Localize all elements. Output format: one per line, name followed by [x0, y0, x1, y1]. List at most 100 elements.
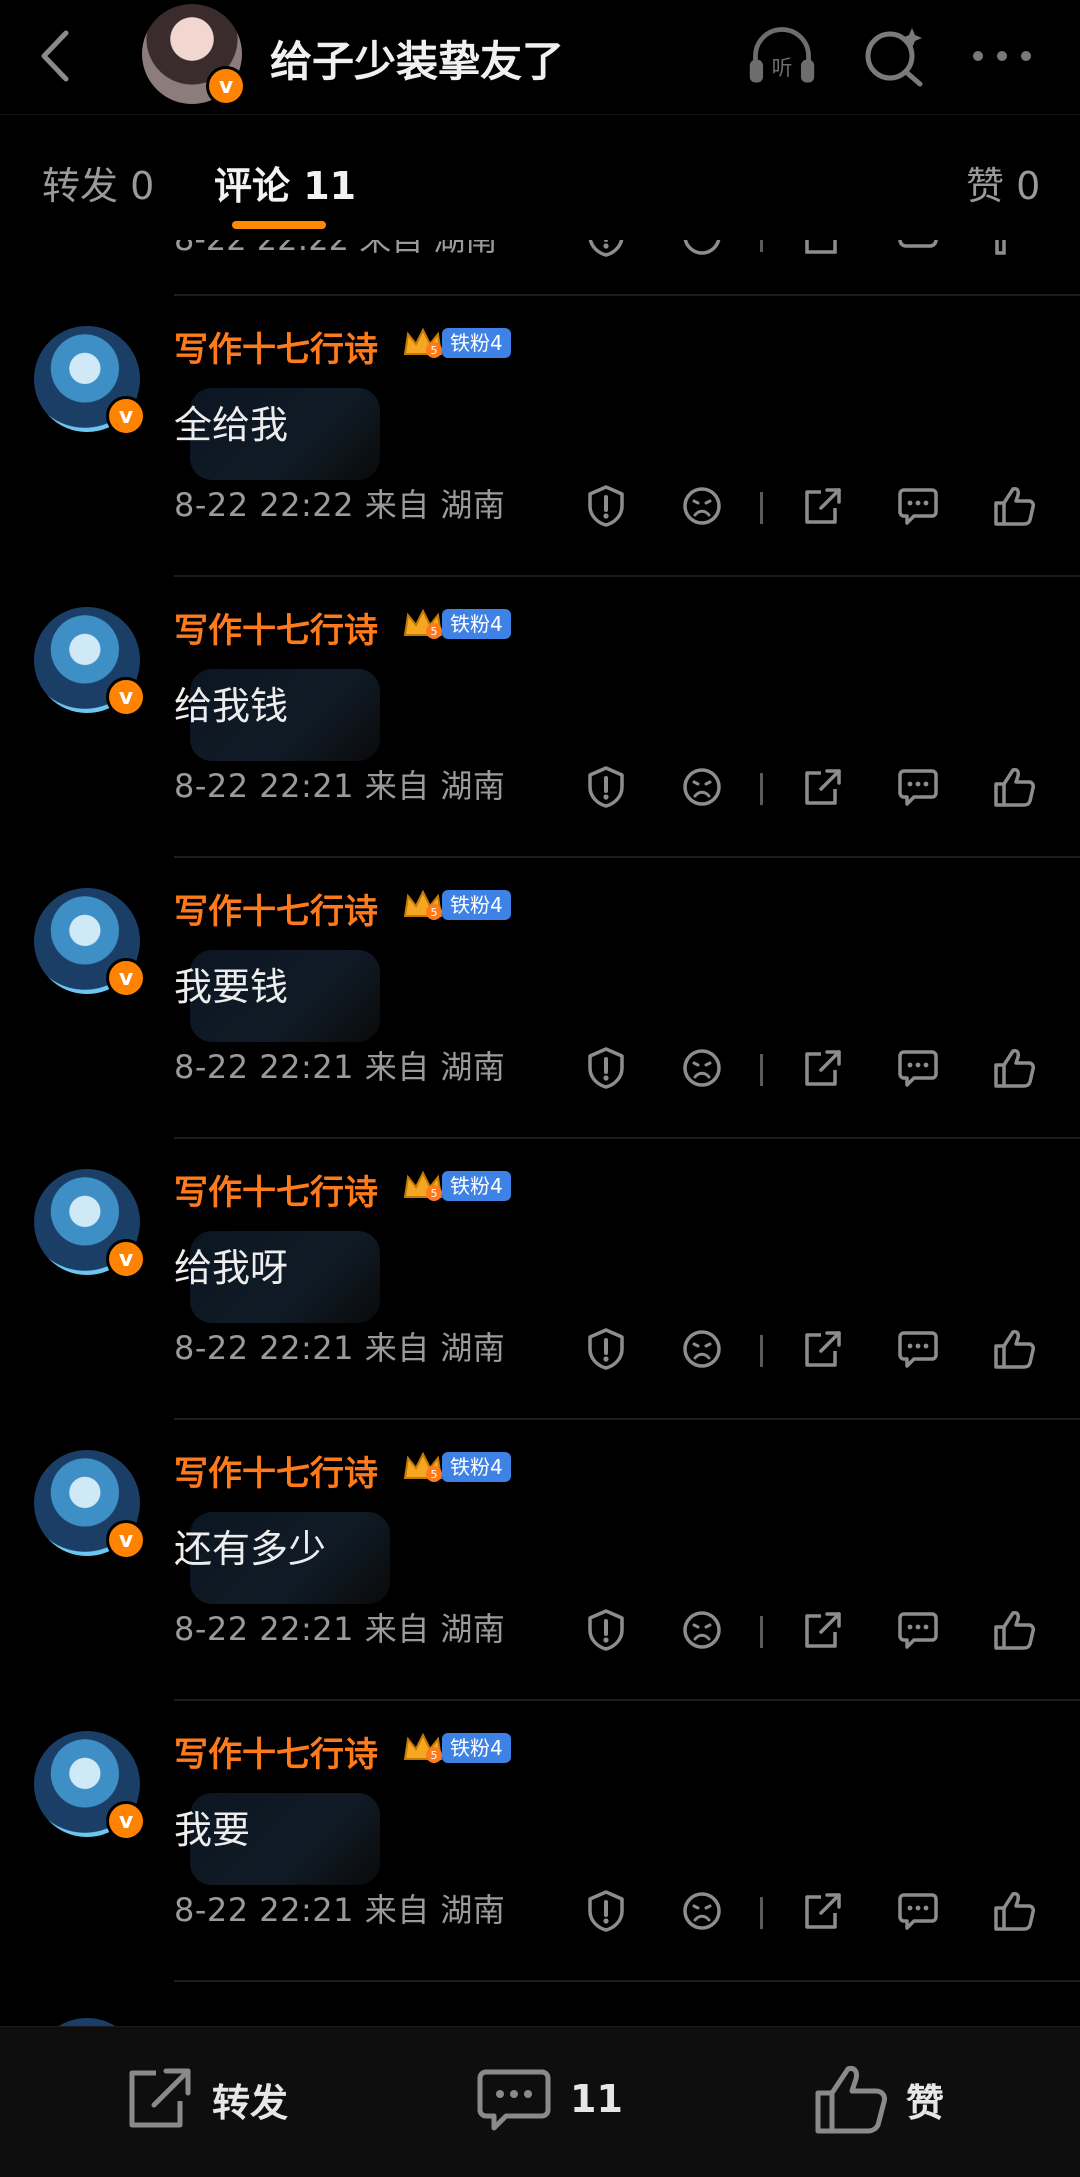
- sparkle-search-icon: [865, 28, 923, 87]
- author-avatar[interactable]: v: [142, 4, 246, 106]
- commenter-avatar[interactable]: v: [34, 1450, 146, 1560]
- reply-button[interactable]: [890, 1602, 946, 1658]
- bottom-comment-count: 11: [570, 2077, 623, 2121]
- commenter-avatar[interactable]: v: [34, 1731, 146, 1841]
- comment-item[interactable]: v 写作十七行诗 5 铁粉4 给我呀 8-22 22:21 来自 湖南: [0, 1137, 1080, 1419]
- dislike-button[interactable]: [674, 1040, 730, 1096]
- reply-button[interactable]: [890, 1321, 946, 1377]
- share-button[interactable]: [794, 1602, 850, 1658]
- share-icon: [805, 1612, 841, 1648]
- commenter-name[interactable]: 写作十七行诗: [174, 1446, 378, 1495]
- reply-button[interactable]: [890, 759, 946, 815]
- comment-meta: 8-22 22:22 来自 湖南: [174, 240, 497, 260]
- comment-list[interactable]: 8-22 22:22 来自 湖南 v 写作十七行诗 5: [0, 240, 1080, 2026]
- svg-text:5: 5: [431, 1749, 438, 1762]
- commenter-avatar[interactable]: v: [34, 607, 146, 717]
- thumbs-up-icon: [994, 1611, 1035, 1650]
- report-button[interactable]: [578, 1321, 634, 1377]
- share-button[interactable]: [794, 1040, 850, 1096]
- comment-item[interactable]: v 写作十七行诗 5 铁粉4 我要钱 8-22 22:21 来自 湖南: [0, 856, 1080, 1138]
- share-button[interactable]: [794, 1321, 850, 1377]
- share-icon: [805, 488, 841, 524]
- like-button[interactable]: [986, 1321, 1042, 1377]
- more-options-button[interactable]: [966, 20, 1038, 92]
- comment-bubble-icon: [898, 769, 938, 806]
- svg-text:5: 5: [431, 906, 438, 919]
- reply-button[interactable]: [890, 240, 946, 264]
- chevron-left-icon: [41, 30, 69, 82]
- commenter-avatar[interactable]: v: [34, 888, 146, 998]
- reply-button[interactable]: [890, 1040, 946, 1096]
- like-button[interactable]: [986, 759, 1042, 815]
- dislike-button[interactable]: [674, 1321, 730, 1377]
- dislike-button[interactable]: [674, 478, 730, 534]
- commenter-name[interactable]: 写作十七行诗: [174, 1727, 378, 1776]
- search-button[interactable]: [858, 20, 930, 92]
- commenter-name[interactable]: 写作十七行诗: [174, 884, 378, 933]
- like-button[interactable]: [986, 240, 1042, 264]
- tab-bar: 转发 0 评论 11 赞 0: [0, 114, 1080, 241]
- report-button[interactable]: [578, 478, 634, 534]
- share-button[interactable]: [794, 759, 850, 815]
- comment-divider: [174, 856, 1080, 858]
- commenter-name[interactable]: 写作十七行诗: [174, 1165, 378, 1214]
- action-divider: [760, 1335, 763, 1367]
- dislike-button[interactable]: [674, 1883, 730, 1939]
- report-button[interactable]: [578, 1883, 634, 1939]
- share-icon: [805, 769, 841, 805]
- bottom-like-button[interactable]: 赞: [814, 2059, 944, 2139]
- thumbs-up-icon: [994, 1330, 1035, 1369]
- report-button[interactable]: [578, 1040, 634, 1096]
- post-title: 给子少装挚友了: [270, 37, 565, 86]
- action-divider: [760, 492, 763, 524]
- like-button[interactable]: [986, 1883, 1042, 1939]
- commenter-name[interactable]: 写作十七行诗: [174, 603, 378, 652]
- share-button[interactable]: [794, 240, 850, 264]
- comment-item[interactable]: v 写作十七行诗 5 铁粉4 全给我 8-22 22:22 来自 湖南: [0, 294, 1080, 576]
- verified-badge-icon: v: [206, 66, 246, 106]
- sad-face-icon: [683, 487, 721, 525]
- verified-badge-icon: v: [106, 958, 146, 998]
- tab-comment[interactable]: 评论 11: [214, 155, 356, 210]
- comment-text: 给我钱: [174, 684, 289, 728]
- fan-level-badge: 铁粉4: [442, 609, 511, 639]
- comment-meta: 8-22 22:21 来自 湖南: [174, 1048, 506, 1086]
- reply-button[interactable]: [890, 1883, 946, 1939]
- commenter-avatar[interactable]: v: [34, 1169, 146, 1279]
- like-button[interactable]: [986, 1040, 1042, 1096]
- verified-badge-icon: v: [106, 1801, 146, 1841]
- tab-like[interactable]: 赞 0: [966, 155, 1040, 210]
- comment-item[interactable]: v 写作十七行诗 5 铁粉4 我要 8-22 22:21 来自 湖南: [0, 1699, 1080, 1981]
- dislike-button[interactable]: [674, 1602, 730, 1658]
- dislike-button[interactable]: [674, 240, 730, 264]
- fan-level-badge: 铁粉4: [442, 1733, 511, 1763]
- alert-shield-icon: [588, 1328, 624, 1370]
- commenter-name[interactable]: 写作十七行诗: [174, 322, 378, 371]
- like-button[interactable]: [986, 1602, 1042, 1658]
- sad-face-icon: [683, 240, 721, 255]
- comment-item[interactable]: v 写作十七行诗 5 铁粉4 给我钱 8-22 22:21 来自 湖南: [0, 575, 1080, 857]
- comment-bubble-icon: [898, 488, 938, 525]
- report-button[interactable]: [578, 759, 634, 815]
- report-button[interactable]: [578, 240, 634, 264]
- bottom-comment-button[interactable]: 11: [476, 2059, 623, 2139]
- comment-text: 我要: [174, 1808, 251, 1852]
- listen-button[interactable]: 听: [746, 20, 818, 92]
- sad-face-icon: [683, 1049, 721, 1087]
- dislike-button[interactable]: [674, 759, 730, 815]
- like-button[interactable]: [986, 478, 1042, 534]
- svg-text:5: 5: [431, 625, 438, 638]
- tab-repost[interactable]: 转发 0: [42, 155, 154, 210]
- thumbs-up-icon: [994, 487, 1035, 526]
- report-button[interactable]: [578, 1602, 634, 1658]
- comment-item[interactable]: v 写作十七行诗 5 铁粉4 还有多少 8-22 22:21 来自 湖南: [0, 1418, 1080, 1700]
- comment-text: 我要钱: [174, 965, 289, 1009]
- bottom-action-bar: 转发 11 赞: [0, 2026, 1080, 2177]
- back-button[interactable]: [30, 26, 80, 86]
- share-button[interactable]: [794, 478, 850, 534]
- commenter-avatar[interactable]: v: [34, 326, 146, 436]
- reply-button[interactable]: [890, 478, 946, 534]
- share-button[interactable]: [794, 1883, 850, 1939]
- share-icon: [805, 1050, 841, 1086]
- bottom-repost-button[interactable]: 转发: [122, 2059, 288, 2139]
